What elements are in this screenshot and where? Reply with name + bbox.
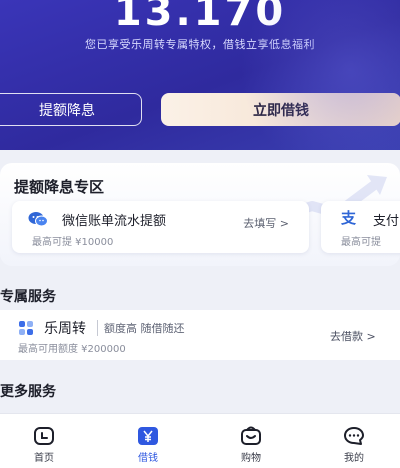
- credit-amount: 13.170: [113, 0, 287, 35]
- tab-shopping[interactable]: 购物: [221, 414, 281, 468]
- chat-bubble-icon: [344, 427, 364, 445]
- fill-in-link[interactable]: 去填写 >: [243, 215, 289, 231]
- alipay-card-desc: 最高可提: [341, 237, 381, 248]
- wechat-icon: [28, 212, 48, 227]
- tab-shopping-label: 购物: [241, 453, 261, 464]
- hero-subtitle: 您已享受乐周转专属特权，借钱立享低息福利: [85, 38, 315, 51]
- product-tag: 额度高 随借随还: [97, 320, 185, 336]
- limit-zone-section: 提额降息专区 微信账单流水提额 最高可提 ¥10000 去填写 > 支 支付 最…: [0, 163, 400, 266]
- lezhouzhuan-icon: [19, 321, 33, 335]
- bottom-tab-bar: 首页 借钱 购物 我的: [0, 413, 400, 468]
- section-title-exclusive: 专属服务: [0, 289, 56, 305]
- yen-icon: [138, 427, 158, 445]
- wechat-bill-name: 微信账单流水提额: [62, 214, 167, 229]
- tab-mine[interactable]: 我的: [324, 414, 384, 468]
- borrow-now-button[interactable]: 立即借钱: [161, 93, 400, 126]
- section-title-more: 更多服务: [0, 384, 56, 400]
- tab-borrow-label: 借钱: [138, 453, 158, 464]
- home-icon: [34, 427, 54, 445]
- wechat-bill-card[interactable]: 微信账单流水提额 最高可提 ¥10000 去填写 >: [12, 201, 309, 253]
- tab-home-label: 首页: [34, 453, 54, 464]
- raise-limit-button[interactable]: 提额降息: [0, 93, 142, 126]
- product-name: 乐周转: [44, 321, 86, 337]
- wechat-bill-desc: 最高可提 ¥10000: [32, 237, 114, 248]
- tab-mine-label: 我的: [344, 453, 364, 464]
- tab-borrow[interactable]: 借钱: [118, 414, 178, 468]
- product-desc: 最高可用额度 ¥200000: [18, 344, 126, 355]
- shopping-bag-icon: [241, 426, 261, 445]
- go-borrow-link[interactable]: 去借款 >: [330, 328, 376, 344]
- hero-banner: 13.170 您已享受乐周转专属特权，借钱立享低息福利 提额降息 立即借钱: [0, 0, 400, 150]
- tab-home[interactable]: 首页: [14, 414, 74, 468]
- alipay-icon: 支: [341, 209, 357, 227]
- section-title-limit-zone: 提额降息专区: [14, 178, 105, 196]
- lezhouzhuan-card[interactable]: 乐周转 额度高 随借随还 最高可用额度 ¥200000 去借款 >: [0, 310, 400, 360]
- alipay-card-name: 支付: [373, 214, 400, 229]
- alipay-card[interactable]: 支 支付 最高可提: [321, 201, 400, 253]
